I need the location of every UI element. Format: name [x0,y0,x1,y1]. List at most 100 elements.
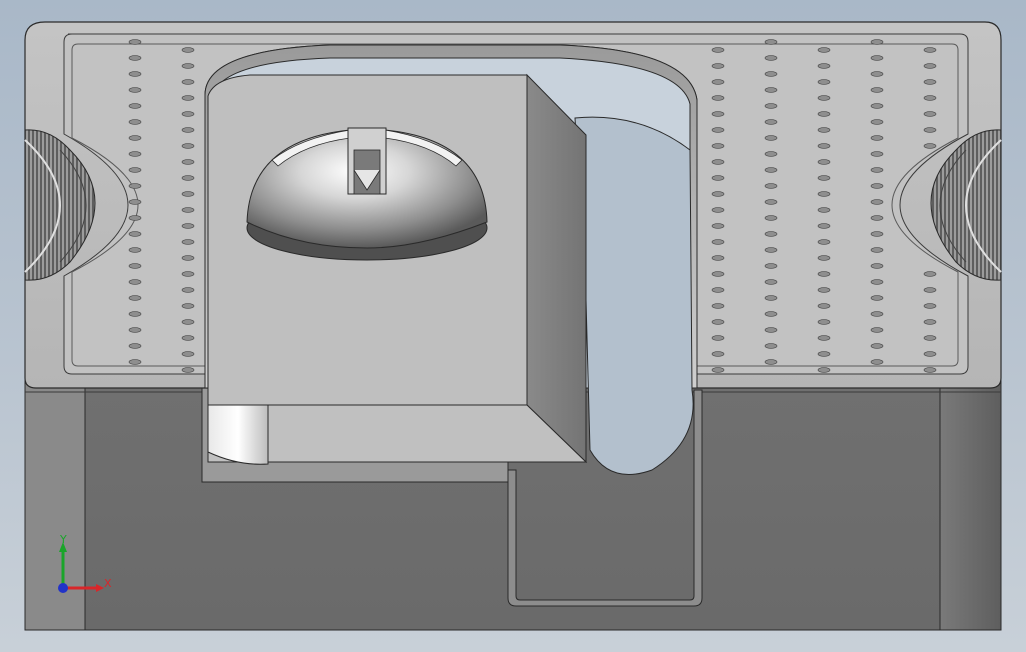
perforation-hole [128,199,142,205]
perforation-hole [181,111,195,117]
perforation-hole [764,231,778,237]
perforation-hole [817,175,831,181]
perforation-hole [817,143,831,149]
perforation-hole [181,367,195,373]
perforation-hole [923,319,937,325]
perforation-hole [181,175,195,181]
perforation-hole [764,343,778,349]
cad-3d-viewport[interactable]: Y X [0,0,1026,652]
perforation-hole [711,207,725,213]
perforation-hole [870,311,884,317]
perforation-hole [817,47,831,53]
perforation-hole [870,39,884,45]
perforation-hole [817,351,831,357]
perforation-hole [870,327,884,333]
perforation-hole [181,159,195,165]
perforation-hole [817,255,831,261]
perforation-hole [181,335,195,341]
perforation-hole [923,79,937,85]
perforation-hole [764,71,778,77]
perforation-hole [128,327,142,333]
perforation-hole [711,255,725,261]
perforation-hole [764,263,778,269]
perforation-hole [870,167,884,173]
perforation-hole [870,359,884,365]
perforation-hole [181,319,195,325]
perforation-hole [764,87,778,93]
perforation-hole [181,351,195,357]
perforation-hole [128,103,142,109]
perforation-hole [764,183,778,189]
perforation-hole [870,151,884,157]
perforation-hole [870,263,884,269]
perforation-hole [817,287,831,293]
perforation-hole [181,63,195,69]
perforation-hole [817,79,831,85]
perforation-hole [870,343,884,349]
perforation-hole [128,215,142,221]
perforation-hole [711,127,725,133]
perforation-hole [817,191,831,197]
perforation-hole [128,343,142,349]
perforation-hole [870,199,884,205]
perforation-hole [764,311,778,317]
perforation-hole [870,295,884,301]
perforation-hole [764,295,778,301]
perforation-hole [128,295,142,301]
perforation-hole [764,359,778,365]
triad-y-label: Y [59,533,67,546]
perforation-hole [764,103,778,109]
perforation-hole [923,111,937,117]
perforation-hole [923,127,937,133]
perforation-hole [181,127,195,133]
perforation-hole [817,319,831,325]
perforation-hole [711,319,725,325]
perforation-hole [764,279,778,285]
perforation-hole [128,135,142,141]
perforation-hole [870,135,884,141]
triad-z-axis [58,583,68,593]
perforation-hole [923,63,937,69]
perforation-hole [181,255,195,261]
perforation-hole [181,303,195,309]
perforation-hole [128,183,142,189]
perforation-hole [817,223,831,229]
perforation-hole [128,263,142,269]
perforation-hole [870,279,884,285]
perforation-hole [181,191,195,197]
perforation-hole [181,47,195,53]
perforation-hole [711,367,725,373]
perforation-hole [128,231,142,237]
perforation-hole [711,175,725,181]
perforation-hole [128,71,142,77]
perforation-hole [923,303,937,309]
perforation-hole [923,47,937,53]
perforation-hole [181,223,195,229]
perforation-hole [764,327,778,333]
perforation-hole [923,271,937,277]
perforation-hole [181,239,195,245]
perforation-hole [764,167,778,173]
perforation-hole [764,39,778,45]
perforation-hole [923,351,937,357]
perforation-hole [764,55,778,61]
perforation-hole [764,151,778,157]
perforation-hole [128,55,142,61]
perforation-hole [764,215,778,221]
perforation-hole [817,207,831,213]
perforation-hole [128,359,142,365]
perforation-hole [870,183,884,189]
perforation-hole [711,79,725,85]
perforation-hole [128,87,142,93]
perforation-hole [181,143,195,149]
perforation-hole [181,287,195,293]
perforation-hole [711,303,725,309]
model-canvas[interactable]: Y X [0,0,1026,652]
perforation-hole [870,103,884,109]
perforation-hole [923,367,937,373]
perforation-hole [711,351,725,357]
perforation-hole [181,271,195,277]
perforation-hole [870,87,884,93]
perforation-hole [181,95,195,101]
perforation-hole [817,63,831,69]
